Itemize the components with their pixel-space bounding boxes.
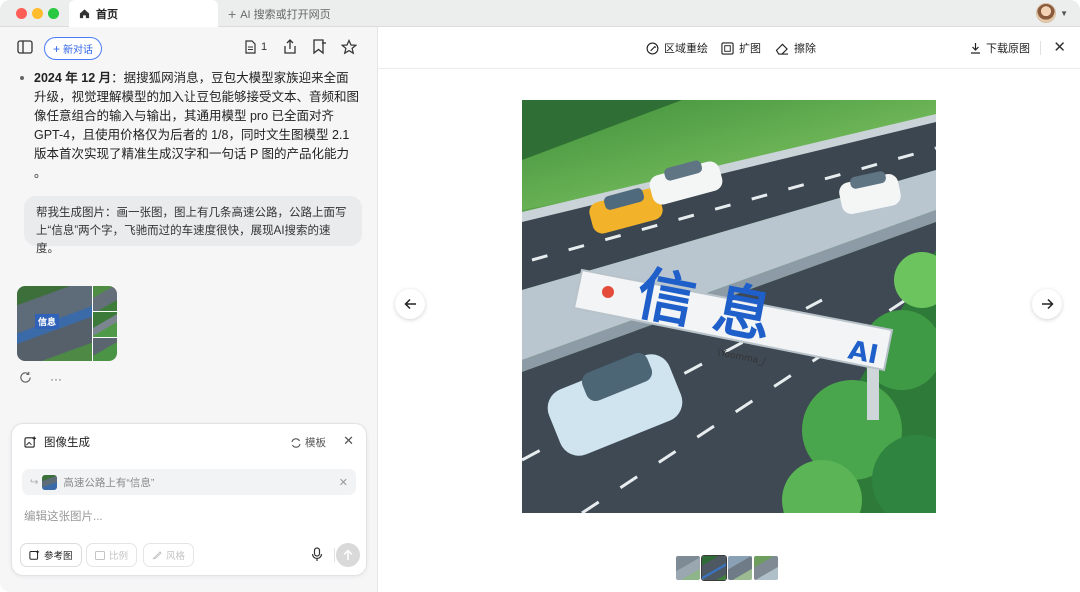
reference-chip[interactable]: ↪ 高速公路上有“信息” ✕ [22, 469, 356, 495]
erase-button[interactable]: 擦除 [775, 40, 816, 56]
reference-image-label: 参考图 [44, 551, 73, 562]
style-button[interactable]: 风格 [143, 543, 195, 567]
download-icon [971, 43, 980, 54]
microphone-icon[interactable] [311, 547, 323, 567]
download-label: 下载原图 [986, 43, 1030, 55]
more-options-icon[interactable]: ··· [50, 372, 62, 386]
image-generation-title: 图像生成 [44, 437, 90, 449]
answer-bullet: 2024 年 12 月：据搜狐网消息，豆包大模型家族迎来全面升级，视觉理解模型的… [20, 69, 360, 183]
regenerate-icon[interactable] [19, 371, 32, 387]
plus-icon: + [228, 5, 237, 22]
plus-icon: + [52, 41, 60, 56]
generation-footer: 参考图 比例 风格 [20, 543, 360, 567]
previous-image-button[interactable] [395, 289, 425, 319]
ratio-icon [95, 550, 105, 560]
region-redraw-button[interactable]: 区域重绘 [646, 40, 708, 56]
tab-home[interactable]: 首页 [69, 0, 218, 27]
new-chat-button[interactable]: + 新对话 [44, 37, 102, 60]
expand-button[interactable]: 扩图 [721, 40, 761, 56]
image-thumbnail-strip [676, 555, 778, 581]
arrow-right-icon [1041, 298, 1054, 310]
ratio-button[interactable]: 比例 [86, 543, 138, 567]
account-menu[interactable]: ▼ [1036, 3, 1068, 23]
bookmark-add-icon[interactable] [312, 39, 326, 55]
star-icon[interactable] [341, 39, 357, 55]
erase-label: 擦除 [794, 43, 816, 55]
title-bar: 首页 + AI 搜索或打开网页 ▼ [0, 0, 1080, 27]
answer-text: 2024 年 12 月：据搜狐网消息，豆包大模型家族迎来全面升级，视觉理解模型的… [20, 69, 360, 183]
footer-divider [334, 548, 335, 562]
message-actions: ··· [19, 371, 62, 387]
thumbnail-2[interactable] [701, 555, 727, 581]
new-tab-label: AI 搜索或打开网页 [240, 8, 331, 21]
style-label: 风格 [166, 551, 186, 562]
image-plus-icon [29, 550, 40, 560]
image-viewer-toolbar: 区域重绘 扩图 擦除 下载原图 ✕ [378, 27, 1080, 69]
close-window-button[interactable] [16, 8, 27, 19]
arrow-up-icon [343, 549, 353, 560]
caret-down-icon: ▼ [1060, 8, 1068, 18]
eraser-icon [775, 43, 789, 55]
generated-images-grid[interactable]: 信息 [17, 286, 117, 361]
image-plus-icon [24, 436, 37, 448]
remove-reference-icon[interactable]: ✕ [339, 476, 348, 489]
close-icon[interactable]: ✕ [343, 433, 354, 449]
edit-prompt-input[interactable]: 编辑这张图片... [24, 508, 103, 524]
minimize-window-button[interactable] [32, 8, 43, 19]
tab-home-label: 首页 [96, 8, 118, 21]
download-original-button[interactable]: 下载原图 [970, 40, 1030, 56]
highway-illustration: 信 息 AI \Yoomma_/ [522, 100, 936, 513]
close-viewer-icon[interactable]: ✕ [1053, 38, 1066, 56]
home-icon [79, 9, 90, 19]
send-button[interactable] [336, 543, 360, 567]
next-image-button[interactable] [1032, 289, 1062, 319]
new-chat-label: 新对话 [63, 45, 93, 56]
sidebar-toggle-icon[interactable] [17, 40, 33, 54]
brush-icon [152, 551, 162, 560]
documents-button[interactable]: 1 [244, 40, 267, 54]
generated-image-preview[interactable]: 信 息 AI \Yoomma_/ [522, 100, 936, 513]
user-message: 帮我生成图片：画一张图，图上有几条高速公路，公路上面写上“信息”两个字，飞驰而过… [24, 196, 362, 255]
thumbnail-3[interactable] [728, 556, 752, 580]
image-generation-header: 图像生成 [24, 434, 90, 450]
swap-icon [291, 437, 301, 448]
avatar [1036, 3, 1057, 23]
expand-label: 扩图 [739, 43, 761, 55]
reference-image-button[interactable]: 参考图 [20, 543, 82, 567]
template-button[interactable]: 模板 [291, 435, 326, 450]
thumbnail-1[interactable] [676, 556, 700, 580]
answer-date: 2024 年 12 月 [34, 71, 112, 85]
generated-image-4[interactable] [93, 338, 117, 361]
toolbar-divider [1040, 41, 1041, 55]
thumbnail-4[interactable] [754, 556, 778, 580]
chat-toolbar: + 新对话 1 [0, 27, 378, 69]
chat-panel: + 新对话 1 2024 年 12 月：据搜狐网消息，豆包大模型家族迎来全面升级… [0, 27, 378, 592]
template-label: 模板 [305, 437, 326, 449]
thumb-sign-text: 信息 [35, 314, 60, 329]
reference-text: 高速公路上有“信息” [63, 476, 155, 489]
app-window: 首页 + AI 搜索或打开网页 ▼ + 新对话 1 2024 年 12 月：据搜… [0, 0, 1080, 592]
reply-arrow-icon: ↪ [30, 476, 39, 488]
share-icon[interactable] [283, 39, 297, 55]
new-tab-button[interactable]: + AI 搜索或打开网页 [228, 0, 331, 27]
reference-thumbnail [42, 474, 58, 490]
generated-image-2[interactable] [93, 286, 117, 311]
bullet-dot [20, 76, 24, 80]
generated-image-main[interactable]: 信息 [17, 286, 92, 361]
document-count: 1 [261, 41, 268, 53]
image-generation-card: 图像生成 模板 ✕ ↪ 高速公路上有“信息” ✕ 编辑这张图片... 参考图 比… [11, 423, 367, 576]
document-icon [245, 40, 256, 54]
pen-circle-icon [646, 42, 659, 54]
sign-sub-text: AI [846, 335, 881, 370]
maximize-window-button[interactable] [48, 8, 59, 19]
generated-image-3[interactable] [93, 312, 117, 337]
ratio-label: 比例 [109, 551, 129, 562]
answer-body: ：据搜狐网消息，豆包大模型家族迎来全面升级，视觉理解模型的加入让豆包能够接受文本… [34, 71, 360, 180]
arrow-left-icon [403, 298, 416, 310]
region-redraw-label: 区域重绘 [664, 43, 708, 55]
image-viewer: 区域重绘 扩图 擦除 下载原图 ✕ 信 息 AI \Yoomma_/ [378, 27, 1080, 592]
expand-icon [721, 41, 734, 55]
